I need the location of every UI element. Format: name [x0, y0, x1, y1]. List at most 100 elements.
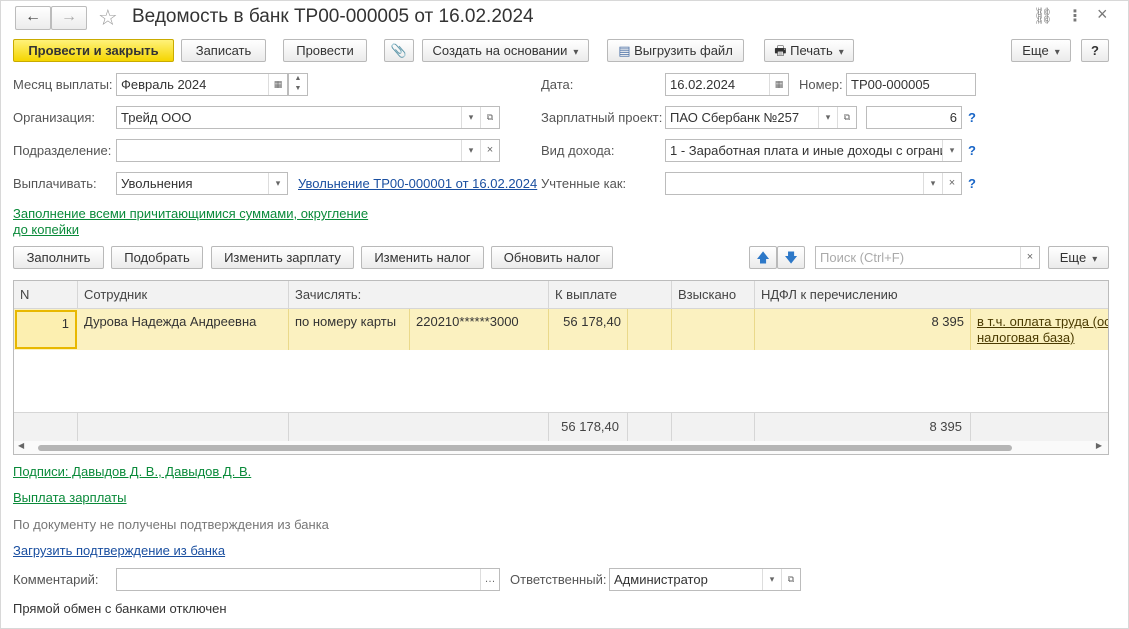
forward-button[interactable]: →: [51, 6, 87, 30]
print-button[interactable]: 🖶 Печать: [764, 39, 854, 62]
post-and-close-button[interactable]: Провести и закрыть: [13, 39, 174, 62]
pay-field[interactable]: Увольнения ▾: [116, 172, 288, 195]
spin-down-icon[interactable]: ▼: [289, 84, 307, 94]
table-row[interactable]: 1 Дурова Надежда Андреевна по номеру кар…: [14, 309, 1108, 350]
search-input[interactable]: Поиск (Ctrl+F) ×: [815, 246, 1040, 269]
organization-field[interactable]: Трейд ООО ▾ ⧉: [116, 106, 500, 129]
back-button[interactable]: ←: [15, 6, 51, 30]
link-icon[interactable]: ⛓: [1033, 6, 1053, 26]
fill-mode-link-line1[interactable]: Заполнение всеми причитающимися суммами,…: [13, 206, 368, 221]
horizontal-scrollbar[interactable]: ◀ ▶: [14, 441, 1108, 454]
chevron-down-icon[interactable]: ▾: [942, 140, 961, 161]
ndfl-detail-link-line2[interactable]: налоговая база): [977, 330, 1104, 346]
month-spinner[interactable]: ▲ ▼: [288, 73, 308, 96]
cell-collected[interactable]: [672, 309, 755, 350]
cell-to-pay-extra[interactable]: [628, 309, 672, 350]
salary-project-field[interactable]: ПАО Сбербанк №257 ▾ ⧉: [665, 106, 857, 129]
cell-n[interactable]: 1: [15, 310, 77, 349]
open-icon[interactable]: ⧉: [837, 107, 856, 128]
cell-ndfl-detail[interactable]: в т.ч. оплата труда (ос налоговая база): [971, 309, 1108, 350]
open-icon[interactable]: ⧉: [480, 107, 499, 128]
col-header-to-pay[interactable]: К выплате: [549, 281, 672, 309]
clear-icon[interactable]: ×: [942, 173, 961, 194]
close-icon[interactable]: ×: [1097, 4, 1108, 25]
accounted-as-field[interactable]: ▾ ×: [665, 172, 962, 195]
col-header-employee[interactable]: Сотрудник: [78, 281, 289, 309]
update-tax-button[interactable]: Обновить налог: [491, 246, 613, 269]
favorite-star-icon[interactable]: ☆: [98, 5, 118, 31]
change-tax-button[interactable]: Изменить налог: [361, 246, 484, 269]
date-label: Дата:: [541, 77, 574, 92]
move-up-button[interactable]: 🡅: [749, 246, 777, 269]
export-icon: ▤: [618, 43, 635, 58]
scroll-left-icon[interactable]: ◀: [18, 441, 24, 450]
chevron-down-icon[interactable]: ▾: [923, 173, 942, 194]
responsible-field[interactable]: Администратор ▾ ⧉: [609, 568, 801, 591]
more-button[interactable]: Еще: [1011, 39, 1071, 62]
comment-label: Комментарий:: [13, 572, 99, 587]
chevron-down-icon[interactable]: ▾: [461, 107, 480, 128]
date-field[interactable]: 16.02.2024 ▦: [665, 73, 789, 96]
attach-button[interactable]: 📎: [384, 39, 414, 62]
month-field[interactable]: Февраль 2024 ▦: [116, 73, 288, 96]
signatures-link[interactable]: Подписи: Давыдов Д. В., Давыдов Д. В.: [13, 464, 251, 479]
salary-payment-link[interactable]: Выплата зарплаты: [13, 490, 127, 505]
division-label: Подразделение:: [13, 143, 112, 158]
dismissal-document-link[interactable]: Увольнение ТР00-000001 от 16.02.2024: [298, 176, 537, 191]
footer-collected: [672, 412, 755, 441]
save-button[interactable]: Записать: [181, 39, 266, 62]
calendar-icon[interactable]: ▦: [268, 74, 287, 95]
footer-to-pay: 56 178,40: [549, 412, 628, 441]
cell-to-pay[interactable]: 56 178,40: [549, 309, 628, 350]
footer-to-pay-extra: [628, 412, 672, 441]
fill-button[interactable]: Заполнить: [13, 246, 104, 269]
col-header-collected[interactable]: Взыскано: [672, 281, 755, 309]
organization-label: Организация:: [13, 110, 96, 125]
load-confirmation-link[interactable]: Загрузить подтверждение из банка: [13, 543, 225, 558]
export-file-label: Выгрузить файл: [634, 43, 733, 58]
footer-method: [289, 412, 549, 441]
scroll-right-icon[interactable]: ▶: [1096, 441, 1102, 450]
export-file-button[interactable]: ▤ Выгрузить файл: [607, 39, 744, 62]
division-field[interactable]: ▾ ×: [116, 139, 500, 162]
cell-employee[interactable]: Дурова Надежда Андреевна: [78, 309, 289, 350]
bank-confirmation-status: По документу не получены подтверждения и…: [13, 517, 329, 532]
table-more-label: Еще: [1060, 250, 1097, 265]
help-income-type-icon[interactable]: ?: [968, 143, 976, 158]
change-salary-button[interactable]: Изменить зарплату: [211, 246, 354, 269]
cell-method[interactable]: по номеру карты: [289, 309, 410, 350]
number-field[interactable]: ТР00-000005: [846, 73, 976, 96]
table-more-button[interactable]: Еще: [1048, 246, 1109, 269]
pay-value: Увольнения: [121, 176, 193, 191]
col-header-method[interactable]: Зачислять:: [289, 281, 549, 309]
footer-employee: [78, 412, 289, 441]
calendar-icon[interactable]: ▦: [769, 74, 788, 95]
move-down-button[interactable]: 🡇: [777, 246, 805, 269]
col-header-ndfl[interactable]: НДФЛ к перечислению: [755, 281, 1108, 309]
chevron-down-icon[interactable]: ▾: [762, 569, 781, 590]
ndfl-detail-link-line1[interactable]: в т.ч. оплата труда (ос: [977, 314, 1108, 330]
income-type-field[interactable]: 1 - Заработная плата и иные доходы с огр…: [665, 139, 962, 162]
open-icon[interactable]: ⧉: [781, 569, 800, 590]
chevron-down-icon[interactable]: ▾: [818, 107, 837, 128]
cell-ndfl[interactable]: 8 395: [755, 309, 971, 350]
more-icon[interactable]: ⋮: [1067, 6, 1083, 26]
cell-card[interactable]: 220210******3000: [410, 309, 549, 350]
help-button[interactable]: ?: [1081, 39, 1109, 62]
fill-mode-link-line2[interactable]: до копейки: [13, 222, 79, 237]
ellipsis-icon[interactable]: …: [480, 569, 499, 590]
spin-up-icon[interactable]: ▲: [289, 74, 307, 84]
scrollbar-thumb[interactable]: [38, 445, 1012, 451]
chevron-down-icon[interactable]: ▾: [268, 173, 287, 194]
chevron-down-icon[interactable]: ▾: [461, 140, 480, 161]
clear-search-icon[interactable]: ×: [1020, 247, 1039, 268]
salary-project-number-field[interactable]: 6: [866, 106, 962, 129]
help-accounted-as-icon[interactable]: ?: [968, 176, 976, 191]
comment-field[interactable]: …: [116, 568, 500, 591]
create-based-on-button[interactable]: Создать на основании: [422, 39, 589, 62]
post-button[interactable]: Провести: [283, 39, 367, 62]
col-header-n[interactable]: N: [14, 281, 78, 309]
pick-button[interactable]: Подобрать: [111, 246, 203, 269]
help-salary-project-icon[interactable]: ?: [968, 110, 976, 125]
clear-icon[interactable]: ×: [480, 140, 499, 161]
